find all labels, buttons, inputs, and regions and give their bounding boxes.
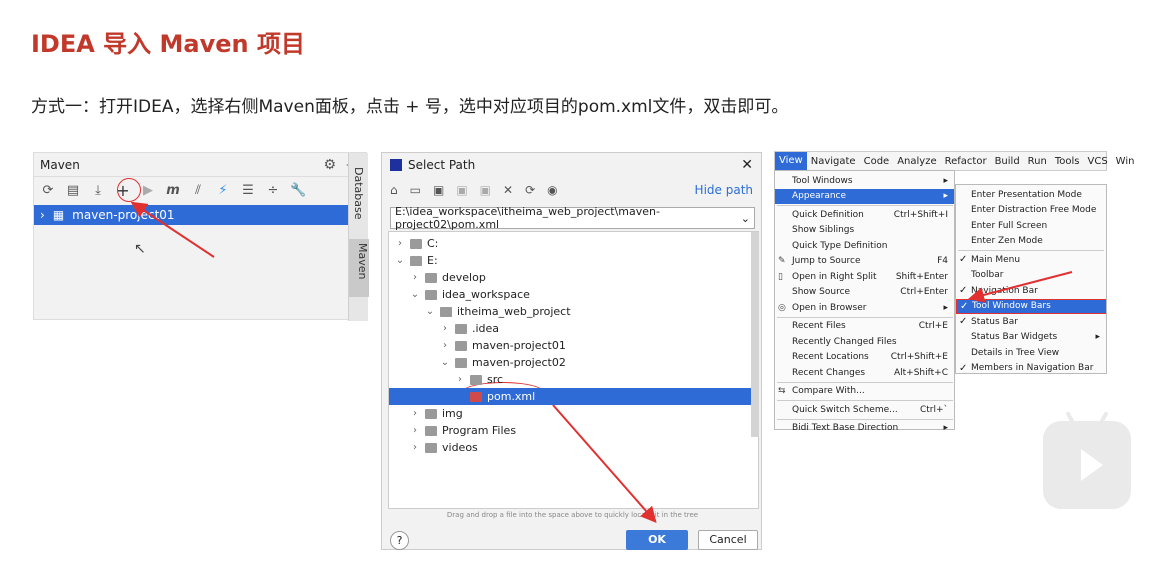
arrow-to-ok	[552, 404, 657, 524]
arrow-to-plus	[130, 201, 215, 258]
arrow-to-tool-window-bars	[968, 271, 1073, 303]
annotation-arrows	[130, 201, 1073, 524]
